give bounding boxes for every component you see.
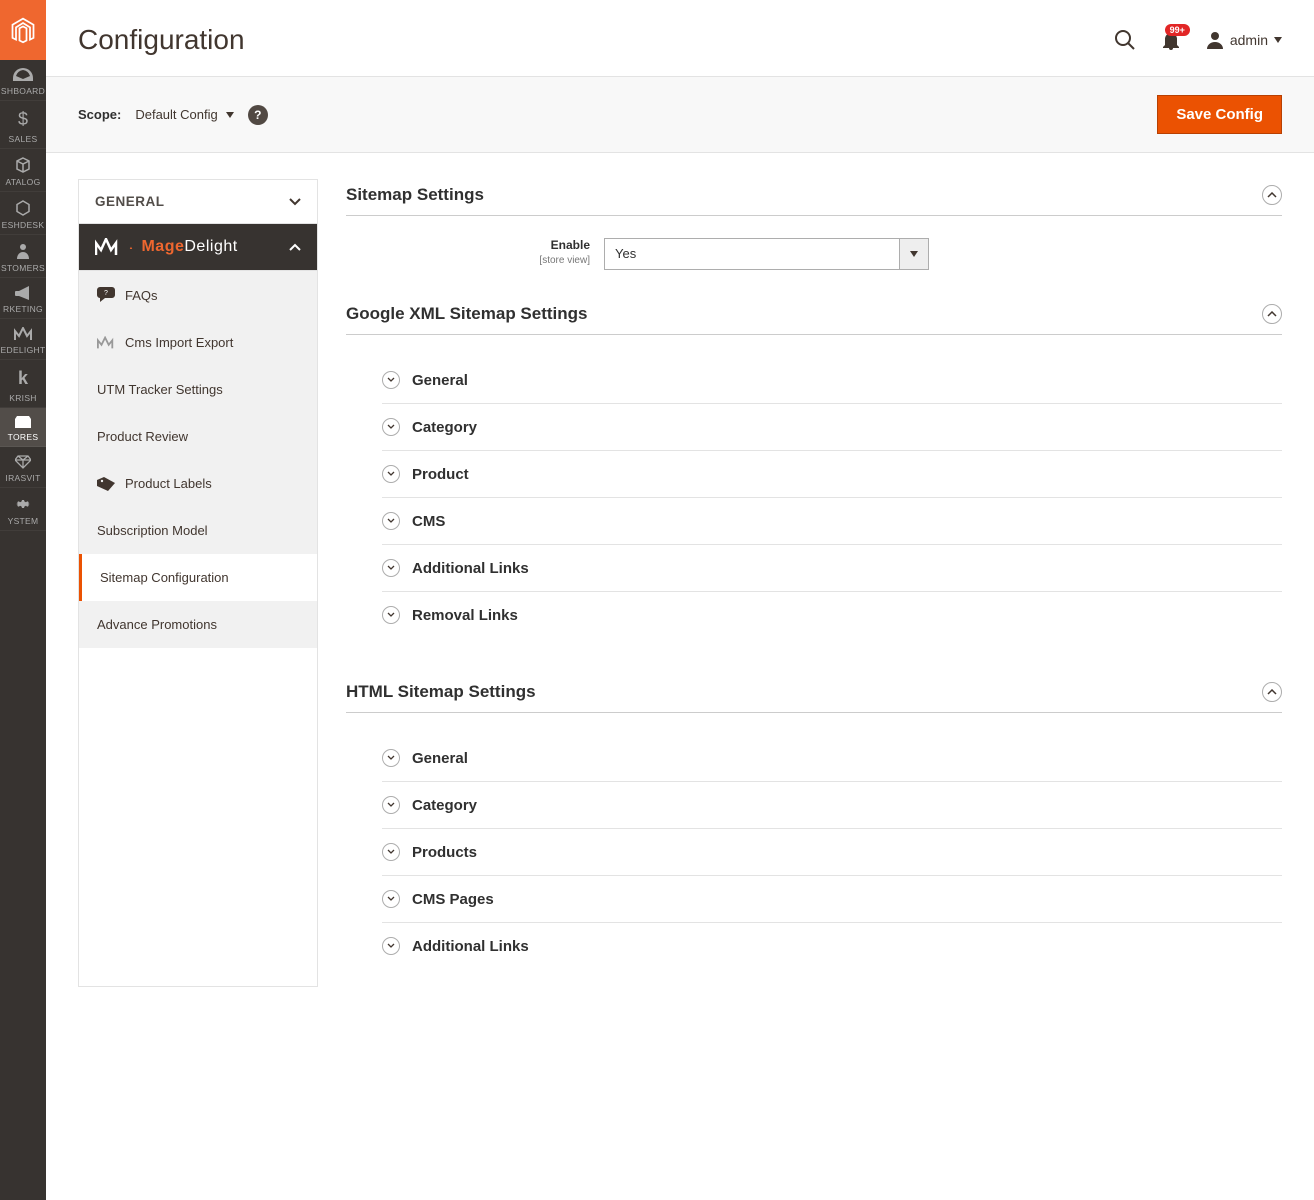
- save-config-button[interactable]: Save Config: [1157, 95, 1282, 134]
- section-head-sitemap[interactable]: Sitemap Settings: [346, 179, 1282, 216]
- search-icon[interactable]: [1114, 29, 1136, 51]
- dollar-icon: $: [0, 109, 46, 130]
- chevron-down-icon: [382, 796, 400, 814]
- megaphone-icon: [0, 286, 46, 300]
- chevron-down-icon: [382, 937, 400, 955]
- page-header: Configuration 99+ admin: [46, 0, 1314, 76]
- tab-magedelight[interactable]: ▲MageDelight: [79, 224, 317, 271]
- user-menu[interactable]: admin: [1206, 31, 1282, 49]
- chevron-down-icon: [382, 749, 400, 767]
- section-google-xml: Google XML Sitemap Settings General Cate…: [346, 298, 1282, 646]
- scope-label: Scope:: [78, 107, 121, 122]
- k-icon: k: [0, 368, 46, 389]
- nav-sales[interactable]: $SALES: [0, 101, 46, 149]
- subsection-removal-links[interactable]: Removal Links: [382, 592, 1282, 638]
- user-icon: [1206, 31, 1224, 49]
- svg-text:?: ?: [104, 290, 108, 297]
- chevron-down-icon: [289, 198, 301, 206]
- magedelight-icon: [0, 327, 46, 341]
- nav-mirasvit[interactable]: IRASVIT: [0, 447, 46, 488]
- chevron-up-icon: [1262, 185, 1282, 205]
- sidebar-item-sitemap-configuration[interactable]: Sitemap Configuration: [79, 554, 317, 601]
- chevron-down-icon: [226, 112, 234, 118]
- subsection-html-general[interactable]: General: [382, 735, 1282, 782]
- sidebar-item-cms-import-export[interactable]: Cms Import Export: [79, 319, 317, 366]
- subsection-category[interactable]: Category: [382, 404, 1282, 451]
- nav-stores[interactable]: TORES: [0, 408, 46, 447]
- hexagon-icon: [0, 200, 46, 216]
- chevron-down-icon: [382, 465, 400, 483]
- chevron-down-icon: [382, 512, 400, 530]
- tag-icon: [97, 477, 115, 491]
- section-head-google-xml[interactable]: Google XML Sitemap Settings: [346, 298, 1282, 335]
- sidebar-item-utm-tracker[interactable]: UTM Tracker Settings: [79, 366, 317, 413]
- help-icon[interactable]: ?: [248, 105, 268, 125]
- chevron-down-icon: [1274, 37, 1282, 43]
- magedelight-icon: [95, 238, 121, 256]
- section-head-html-sitemap[interactable]: HTML Sitemap Settings: [346, 676, 1282, 713]
- enable-select[interactable]: Yes: [604, 238, 929, 270]
- chevron-up-icon: [289, 243, 301, 251]
- sidebar-item-advance-promotions[interactable]: Advance Promotions: [79, 601, 317, 648]
- cube-icon: [0, 157, 46, 173]
- sidebar-item-faqs[interactable]: ?FAQs: [79, 271, 317, 319]
- scope-bar: Scope: Default Config ? Save Config: [46, 76, 1314, 153]
- chevron-down-icon: [382, 890, 400, 908]
- subsection-html-additional-links[interactable]: Additional Links: [382, 923, 1282, 969]
- enable-label: Enable[store view]: [346, 238, 590, 266]
- subsection-general[interactable]: General: [382, 357, 1282, 404]
- store-icon: [0, 416, 46, 428]
- subsection-product[interactable]: Product: [382, 451, 1282, 498]
- page-title: Configuration: [78, 24, 245, 56]
- notification-badge: 99+: [1165, 24, 1190, 36]
- nav-system[interactable]: YSTEM: [0, 488, 46, 531]
- chevron-down-icon: [382, 371, 400, 389]
- subsection-additional-links[interactable]: Additional Links: [382, 545, 1282, 592]
- section-html-sitemap: HTML Sitemap Settings General Category P…: [346, 676, 1282, 977]
- notifications-icon[interactable]: 99+: [1162, 30, 1180, 50]
- nav-freshdesk[interactable]: ESHDESK: [0, 192, 46, 235]
- chevron-up-icon: [1262, 682, 1282, 702]
- config-nav: GENERAL ▲MageDelight ?FAQs Cms Import Ex…: [78, 179, 318, 987]
- person-icon: [0, 243, 46, 259]
- subsection-cms[interactable]: CMS: [382, 498, 1282, 545]
- nav-marketing[interactable]: RKETING: [0, 278, 46, 319]
- magedelight-icon: [97, 336, 115, 350]
- gauge-icon: [0, 68, 46, 82]
- user-name: admin: [1230, 32, 1268, 48]
- chevron-up-icon: [1262, 304, 1282, 324]
- chevron-down-icon: [382, 606, 400, 624]
- gear-icon: [0, 496, 46, 512]
- section-sitemap-settings: Sitemap Settings Enable[store view] Yes: [346, 179, 1282, 278]
- nav-krish[interactable]: kKRISH: [0, 360, 46, 408]
- nav-customers[interactable]: STOMERS: [0, 235, 46, 278]
- subsection-html-category[interactable]: Category: [382, 782, 1282, 829]
- nav-magedelight[interactable]: EDELIGHT: [0, 319, 46, 360]
- admin-sidebar: SHBOARD $SALES ATALOG ESHDESK STOMERS RK…: [0, 0, 46, 1200]
- chat-icon: ?: [97, 287, 115, 303]
- chevron-down-icon: [382, 843, 400, 861]
- subsection-html-cms-pages[interactable]: CMS Pages: [382, 876, 1282, 923]
- nav-dashboard[interactable]: SHBOARD: [0, 60, 46, 101]
- diamond-icon: [0, 455, 46, 469]
- sidebar-item-product-labels[interactable]: Product Labels: [79, 460, 317, 507]
- magento-logo[interactable]: [0, 0, 46, 60]
- subsection-html-products[interactable]: Products: [382, 829, 1282, 876]
- nav-catalog[interactable]: ATALOG: [0, 149, 46, 192]
- sidebar-item-product-review[interactable]: Product Review: [79, 413, 317, 460]
- chevron-down-icon: [382, 418, 400, 436]
- chevron-down-icon: [382, 559, 400, 577]
- select-dropdown-button[interactable]: [899, 238, 929, 270]
- tab-general[interactable]: GENERAL: [79, 180, 317, 224]
- sidebar-item-subscription-model[interactable]: Subscription Model: [79, 507, 317, 554]
- scope-select[interactable]: Default Config: [135, 107, 233, 122]
